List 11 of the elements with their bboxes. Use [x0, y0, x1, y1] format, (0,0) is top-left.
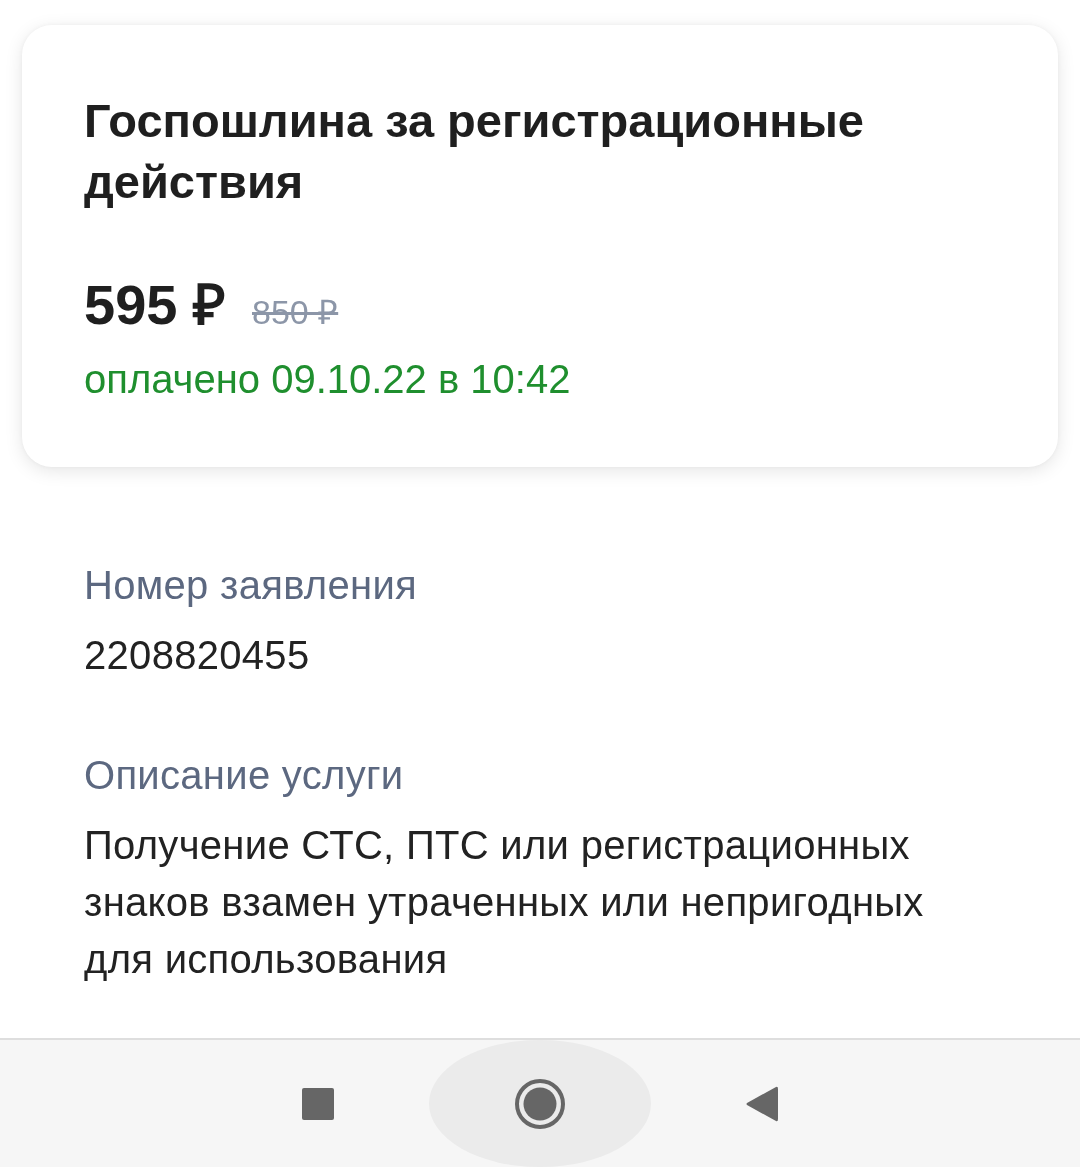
- old-price: 850 ₽: [252, 292, 339, 332]
- payment-title: Госпошлина за регистрационные действия: [84, 93, 865, 210]
- price: 595 ₽: [84, 274, 226, 336]
- triangle-icon: [746, 1085, 778, 1122]
- detail-value: Получение СТС, ПТС или регистрационных знаков взамен утраченных или непригодных для использования: [84, 822, 925, 983]
- square-icon: [302, 1087, 334, 1120]
- circle-icon: [515, 1078, 565, 1129]
- detail-label: Номер заявления: [84, 562, 418, 608]
- detail-label: Описание услуги: [84, 752, 405, 798]
- payment-status: оплачено 09.10.22 в 10:42: [84, 356, 572, 402]
- detail-value: 2208820455: [84, 632, 311, 679]
